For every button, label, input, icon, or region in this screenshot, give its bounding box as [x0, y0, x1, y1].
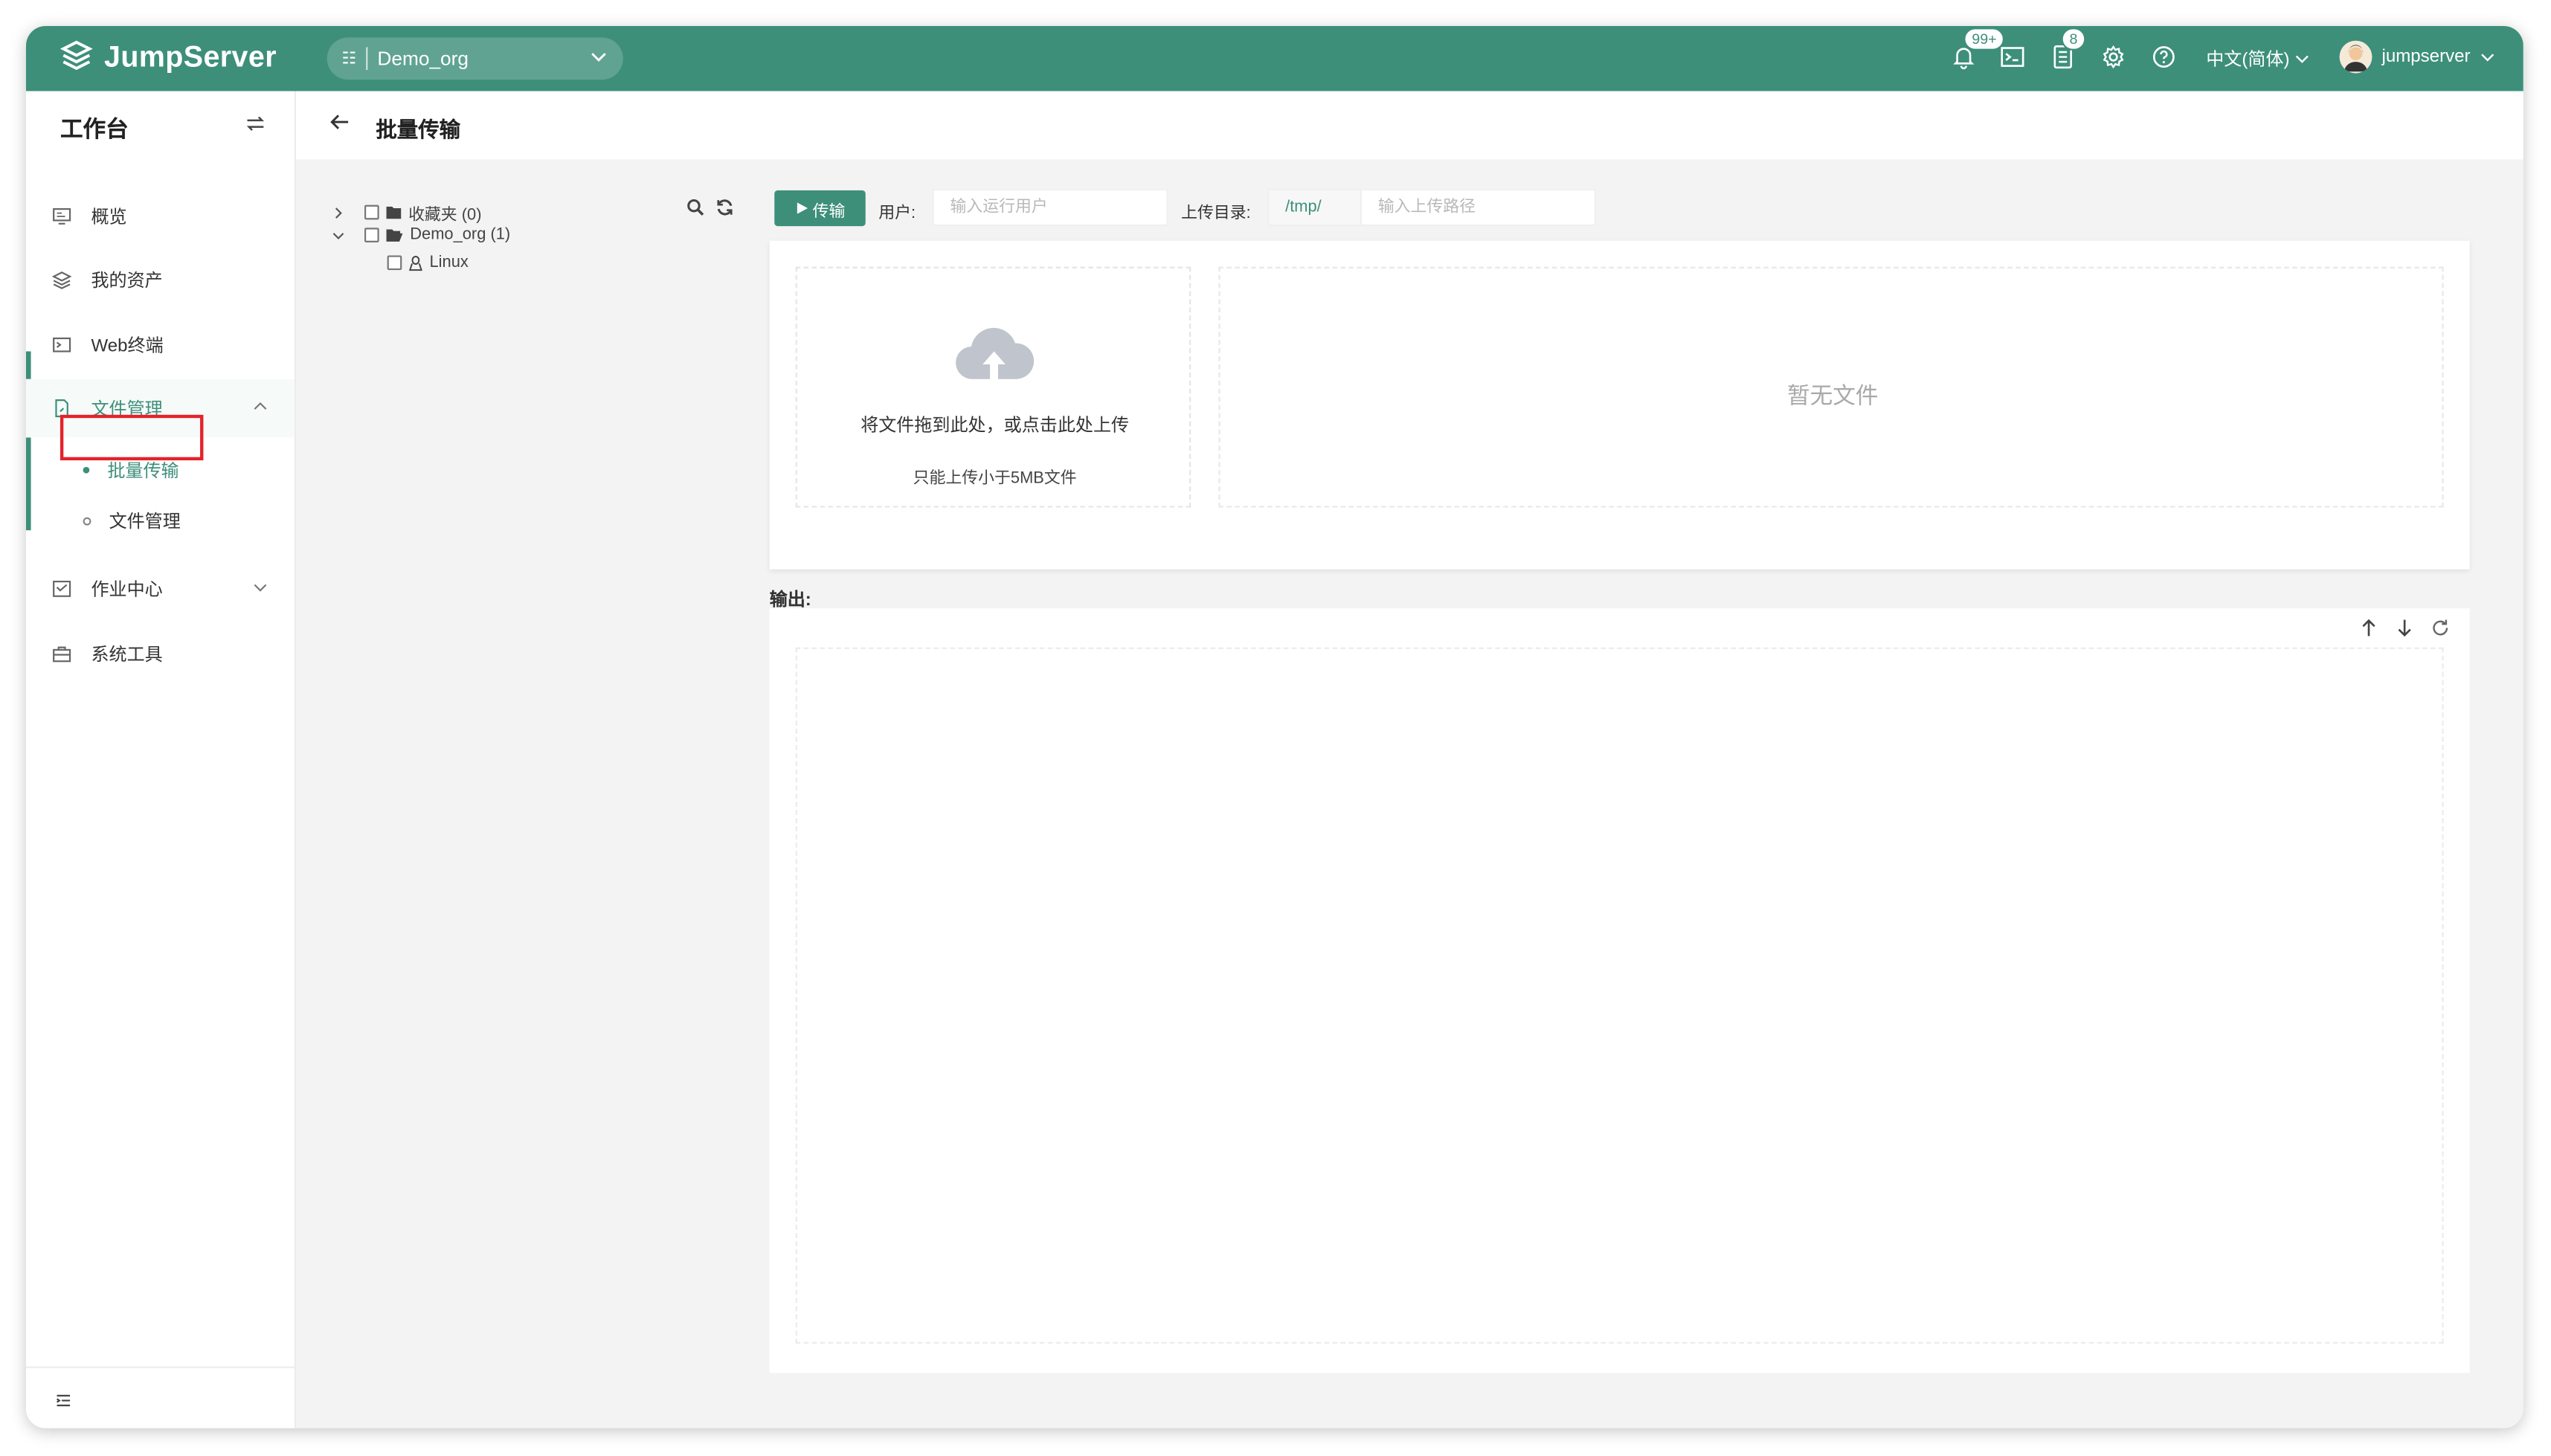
notification-badge: 99+ — [1963, 28, 2005, 51]
active-section-indicator — [26, 351, 31, 531]
chevron-right-icon[interactable] — [332, 206, 345, 219]
tree-node-label: Linux — [429, 254, 469, 272]
sidebar-item-label: 我的资产 — [91, 271, 163, 291]
upload-dir-label: 上传目录: — [1181, 204, 1251, 223]
tree-node-label: 收藏夹 (0) — [408, 206, 482, 225]
terminal-icon — [53, 337, 71, 352]
sidebar-subitem-label: 文件管理 — [109, 512, 181, 532]
app-name: JumpServer — [104, 39, 277, 73]
sidebar-subitem-label: 批量传输 — [107, 462, 179, 482]
upload-panel: 将文件拖到此处，或点击此处上传 只能上传小于5MB文件 暂无文件 — [769, 240, 2470, 570]
sidebar-divider — [26, 1366, 295, 1368]
run-user-input[interactable]: 输入运行用户 — [932, 188, 1168, 227]
file-list: 暂无文件 — [1218, 266, 2444, 508]
sidebar: 工作台 概览 我的资产 Web终端 文件管理 批量传输 文件管理 作业中心 系统… — [26, 91, 297, 1428]
cloud-upload-icon — [956, 327, 1035, 383]
tree-node-label: Demo_org (1) — [410, 226, 511, 245]
page-title: 批量传输 — [376, 117, 461, 142]
chevron-down-icon — [591, 53, 606, 62]
tree-node-demo-org[interactable]: Demo_org (1) — [332, 226, 510, 244]
chevron-down-icon — [2296, 55, 2309, 63]
chevron-down-icon — [254, 584, 267, 592]
sidebar-item-system-tools[interactable]: 系统工具 — [26, 625, 295, 683]
search-icon[interactable] — [686, 199, 704, 216]
terminal-icon[interactable] — [1999, 44, 2025, 70]
active-dot — [83, 466, 90, 474]
sidebar-item-overview[interactable]: 概览 — [26, 187, 295, 246]
upload-dir-prefix: /tmp/ — [1267, 188, 1362, 227]
upload-drop-text: 将文件拖到此处，或点击此处上传 — [860, 416, 1130, 437]
sidebar-title: 工作台 — [59, 115, 129, 142]
gear-icon[interactable] — [2100, 44, 2126, 70]
tree-checkbox[interactable] — [387, 255, 402, 271]
tree-toolbar — [686, 199, 733, 216]
user-menu[interactable]: jumpserver — [2339, 40, 2497, 74]
folder-icon — [386, 206, 402, 219]
play-icon — [796, 202, 807, 214]
upload-dropzone[interactable]: 将文件拖到此处，或点击此处上传 只能上传小于5MB文件 — [795, 266, 1191, 508]
chevron-down-icon — [2482, 54, 2495, 62]
toolbox-icon — [53, 646, 71, 663]
chevron-up-icon — [254, 402, 267, 410]
sidebar-item-web-terminal[interactable]: Web终端 — [26, 315, 295, 374]
sidebar-subitem-file-management[interactable]: 文件管理 — [83, 508, 181, 534]
collapse-sidebar-icon[interactable] — [55, 1393, 71, 1409]
upload-limit-text: 只能上传小于5MB文件 — [913, 470, 1077, 489]
back-arrow-icon[interactable] — [329, 111, 352, 134]
job-icon — [53, 580, 71, 597]
layers-icon — [52, 271, 72, 289]
transfer-button[interactable]: 传输 — [774, 190, 866, 227]
linux-penguin-icon — [408, 254, 422, 271]
chevron-down-icon[interactable] — [332, 228, 345, 242]
sidebar-item-job-center[interactable]: 作业中心 — [26, 560, 295, 619]
sidebar-subitem-batch-transfer[interactable]: 批量传输 — [83, 457, 179, 483]
folder-open-icon — [386, 229, 403, 242]
sidebar-item-label: Web终端 — [91, 336, 164, 357]
username: jumpserver — [2381, 47, 2471, 67]
arrow-up-icon[interactable] — [2359, 618, 2378, 637]
empty-file-text: 暂无文件 — [1786, 382, 1879, 409]
sidebar-item-my-assets[interactable]: 我的资产 — [26, 251, 295, 309]
page-header: 批量传输 — [296, 91, 2523, 160]
tree-node-linux[interactable]: Linux — [387, 254, 469, 271]
highlight-box — [59, 414, 204, 461]
refresh-icon[interactable] — [716, 199, 734, 216]
avatar — [2339, 40, 2373, 74]
inactive-dot — [83, 516, 91, 525]
help-icon[interactable] — [2151, 44, 2177, 70]
tree-checkbox[interactable] — [364, 204, 379, 220]
output-toolbar — [2359, 618, 2451, 637]
output-panel — [769, 608, 2470, 1373]
top-bar: JumpServer ☷ Demo_org 99+ 8 中文(简体) jumps… — [26, 26, 2523, 91]
sidebar-item-label: 作业中心 — [91, 580, 163, 601]
tasks-badge: 8 — [2061, 28, 2086, 51]
monitor-icon — [53, 208, 71, 225]
output-console[interactable] — [795, 647, 2444, 1344]
user-label: 用户: — [878, 204, 916, 223]
org-name: Demo_org — [377, 47, 469, 71]
sidebar-item-label: 概览 — [91, 208, 127, 228]
language-selector[interactable]: 中文(简体) — [2206, 45, 2311, 71]
org-selector[interactable]: ☷ Demo_org — [326, 37, 623, 80]
jumpserver-logo-icon — [59, 40, 93, 71]
sidebar-item-label: 系统工具 — [91, 645, 163, 666]
transfer-button-label: 传输 — [812, 202, 846, 221]
app-window: JumpServer ☷ Demo_org 99+ 8 中文(简体) jumps… — [26, 26, 2523, 1428]
language-label: 中文(简体) — [2206, 50, 2290, 71]
upload-path-input[interactable]: 输入上传路径 — [1360, 188, 1596, 227]
tree-node-favorites[interactable]: 收藏夹 (0) — [332, 200, 482, 225]
org-tree-icon: ☷ — [341, 49, 356, 68]
tree-checkbox[interactable] — [364, 228, 379, 242]
refresh-icon[interactable] — [2431, 618, 2450, 637]
app-logo[interactable]: JumpServer — [59, 39, 277, 75]
switch-view-icon[interactable] — [245, 114, 265, 133]
arrow-down-icon[interactable] — [2395, 618, 2414, 637]
